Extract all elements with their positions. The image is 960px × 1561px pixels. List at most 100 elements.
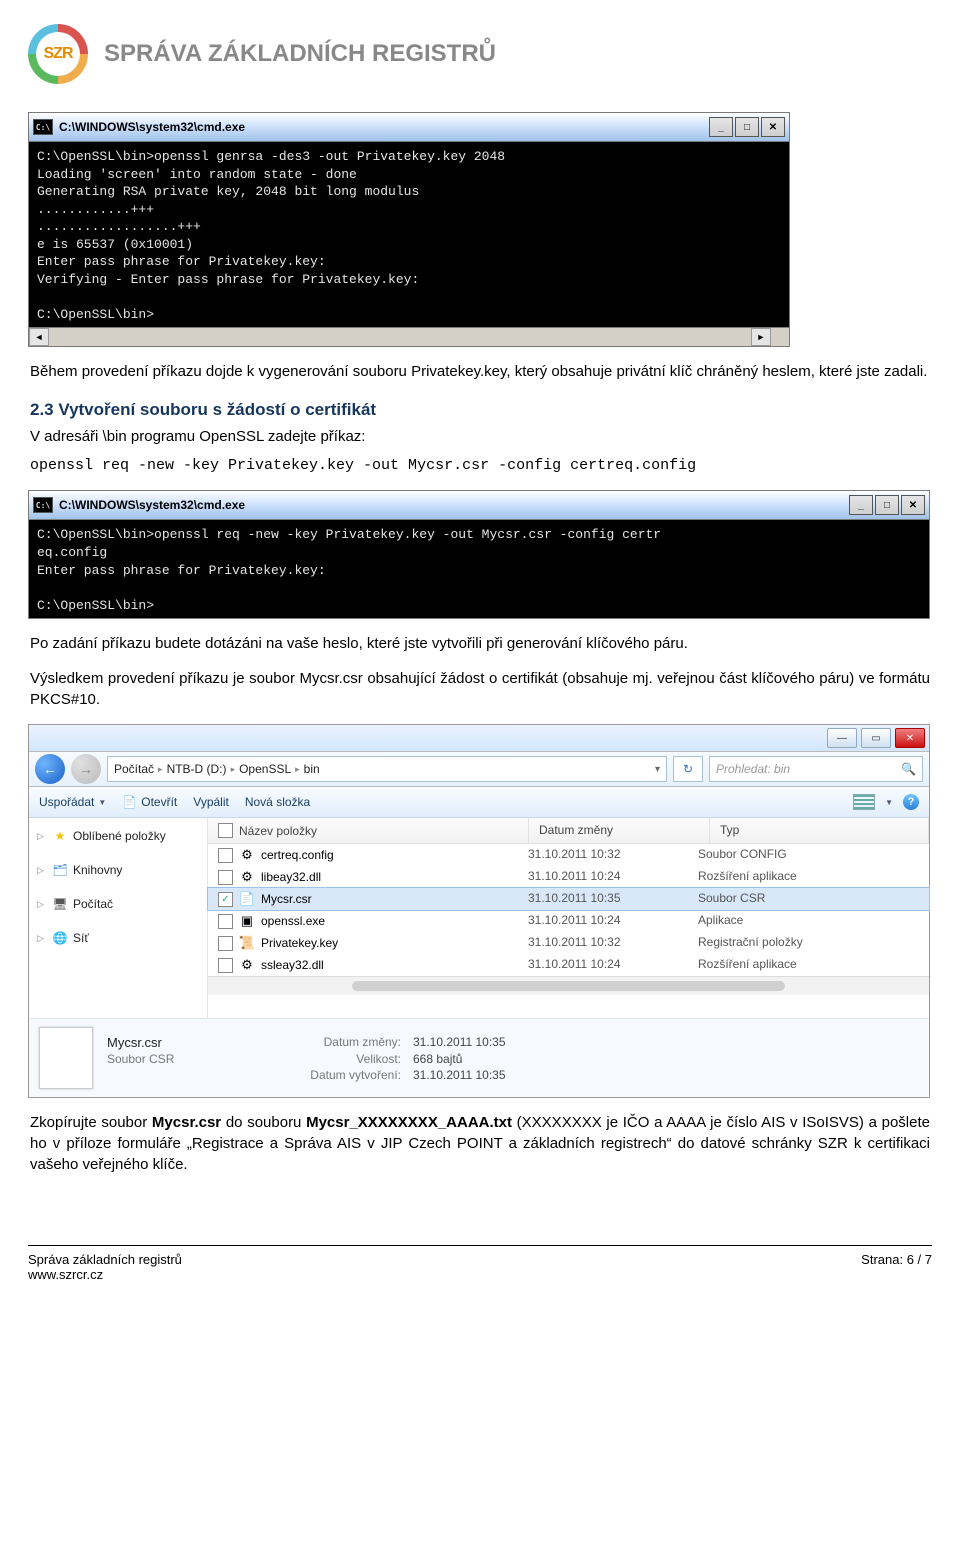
footer-divider	[28, 1245, 932, 1246]
column-header-name[interactable]: Název položky	[208, 818, 529, 843]
paragraph-generate-key: Během provedení příkazu dojde k vygenero…	[30, 361, 930, 382]
row-checkbox[interactable]	[218, 914, 233, 929]
expand-icon[interactable]: ▷	[37, 933, 47, 944]
cmd-icon: C:\	[33, 119, 53, 135]
file-name: ssleay32.dll	[261, 958, 324, 972]
details-filename: Mycsr.csr	[107, 1035, 247, 1050]
cmd-title: C:\WINDOWS\system32\cmd.exe	[59, 120, 245, 134]
breadcrumb-item[interactable]: OpenSSL	[239, 762, 291, 776]
cmd-icon: C:\	[33, 497, 53, 513]
maximize-button[interactable]: ▭	[861, 728, 891, 748]
file-date: 31.10.2011 10:24	[518, 869, 688, 885]
sidebar-item-favorites[interactable]: ▷ ★ Oblíbené položky	[33, 824, 203, 848]
sidebar-item-libraries[interactable]: ▷ 🗂 Knihovny	[33, 858, 203, 882]
close-button[interactable]: ✕	[901, 495, 925, 515]
select-all-checkbox[interactable]	[218, 823, 233, 838]
organize-label: Uspořádat	[39, 795, 94, 809]
file-icon: ⚙	[239, 869, 255, 885]
paragraph-passphrase: Po zadání příkazu budete dotázáni na vaš…	[30, 633, 930, 654]
explorer-window: ― ▭ ✕ ← → Počítač ▸ NTB-D (D:) ▸ OpenSSL…	[28, 724, 930, 1098]
explorer-file-list: Název položky Datum změny Typ ⚙ certreq.c…	[208, 818, 929, 1018]
column-header-date[interactable]: Datum změny	[529, 818, 710, 843]
details-size-value: 668 bajtů	[413, 1052, 506, 1066]
column-headers: Název položky Datum změny Typ	[208, 818, 929, 844]
nav-back-button[interactable]: ←	[35, 754, 65, 784]
file-row[interactable]: ⚙certreq.config31.10.2011 10:32Soubor CO…	[208, 844, 929, 866]
filename-bold: Mycsr_XXXXXXXX_AAAA.txt	[306, 1114, 512, 1131]
row-checkbox[interactable]: ✓	[218, 892, 233, 907]
cmd-output: C:\OpenSSL\bin>openssl req -new -key Pri…	[29, 520, 929, 618]
breadcrumb-item[interactable]: NTB-D (D:)	[167, 762, 227, 776]
cmd-title: C:\WINDOWS\system32\cmd.exe	[59, 498, 245, 512]
details-filetype: Soubor CSR	[107, 1052, 247, 1066]
newfolder-label: Nová složka	[245, 795, 310, 809]
sidebar-item-computer[interactable]: ▷ 🖥 Počítač	[33, 892, 203, 916]
scroll-left-icon[interactable]: ◄	[29, 328, 49, 346]
row-checkbox[interactable]	[218, 848, 233, 863]
computer-icon: 🖥	[52, 897, 68, 911]
file-icon: ⚙	[239, 957, 255, 973]
details-pane: Mycsr.csr Datum změny: 31.10.2011 10:35 …	[29, 1018, 929, 1097]
minimize-button[interactable]: _	[709, 117, 733, 137]
new-folder-button[interactable]: Nová složka	[245, 795, 310, 809]
sidebar-label: Oblíbené položky	[73, 829, 166, 843]
file-row[interactable]: ▣openssl.exe31.10.2011 10:24Aplikace	[208, 910, 929, 932]
footer-org: Správa základních registrů	[28, 1252, 182, 1267]
minimize-button[interactable]: ―	[827, 728, 857, 748]
minimize-button[interactable]: _	[849, 495, 873, 515]
file-type: Soubor CSR	[688, 891, 929, 907]
chevron-down-icon: ▼	[98, 798, 106, 807]
maximize-button[interactable]: □	[875, 495, 899, 515]
file-row[interactable]: ⚙ssleay32.dll31.10.2011 10:24Rozšíření a…	[208, 954, 929, 976]
expand-icon[interactable]: ▷	[37, 899, 47, 910]
scroll-thumb[interactable]	[352, 981, 785, 991]
file-row[interactable]: ⚙libeay32.dll31.10.2011 10:24Rozšíření a…	[208, 866, 929, 888]
open-button[interactable]: 📄 Otevřít	[122, 795, 177, 809]
section-heading-2-3: 2.3 Vytvoření souboru s žádostí o certif…	[30, 400, 930, 420]
close-button[interactable]: ✕	[895, 728, 925, 748]
file-name: certreq.config	[261, 848, 334, 862]
breadcrumb-item[interactable]: bin	[304, 762, 320, 776]
maximize-button[interactable]: □	[735, 117, 759, 137]
file-type: Aplikace	[688, 913, 929, 929]
cmd-titlebar: C:\ C:\WINDOWS\system32\cmd.exe _ □ ✕	[29, 113, 789, 142]
close-button[interactable]: ✕	[761, 117, 785, 137]
file-type: Rozšíření aplikace	[688, 869, 929, 885]
column-label: Název položky	[239, 824, 317, 838]
sidebar-item-network[interactable]: ▷ 🌐 Síť	[33, 926, 203, 950]
file-date: 31.10.2011 10:35	[518, 891, 688, 907]
cmd-titlebar: C:\ C:\WINDOWS\system32\cmd.exe _ □ ✕	[29, 491, 929, 520]
cmd-horizontal-scrollbar[interactable]: ◄ ►	[29, 327, 789, 346]
explorer-sidebar: ▷ ★ Oblíbené položky ▷ 🗂 Knihovny ▷ 🖥 Po…	[29, 818, 208, 1018]
refresh-button[interactable]: ↻	[673, 756, 703, 782]
expand-icon[interactable]: ▷	[37, 831, 47, 842]
file-row[interactable]: 📜Privatekey.key31.10.2011 10:32Registrač…	[208, 932, 929, 954]
file-row[interactable]: ✓📄Mycsr.csr31.10.2011 10:35Soubor CSR	[207, 887, 930, 911]
search-input[interactable]: Prohledat: bin 🔍	[709, 756, 923, 782]
chevron-down-icon[interactable]: ▾	[655, 764, 660, 775]
breadcrumb-item[interactable]: Počítač	[114, 762, 154, 776]
file-date: 31.10.2011 10:32	[518, 847, 688, 863]
row-checkbox[interactable]	[218, 936, 233, 951]
open-label: Otevřít	[141, 795, 177, 809]
row-checkbox[interactable]	[218, 870, 233, 885]
explorer-titlebar: ― ▭ ✕	[29, 725, 929, 752]
help-icon[interactable]: ?	[903, 794, 919, 810]
chevron-down-icon[interactable]: ▼	[885, 798, 893, 807]
view-options-icon[interactable]	[853, 794, 875, 810]
details-created-value: 31.10.2011 10:35	[413, 1068, 506, 1082]
search-icon[interactable]: 🔍	[901, 762, 916, 776]
text-run: do souboru	[221, 1114, 306, 1131]
resize-grip-icon[interactable]	[771, 328, 789, 346]
organize-button[interactable]: Uspořádat ▼	[39, 795, 106, 809]
row-checkbox[interactable]	[218, 958, 233, 973]
horizontal-scrollbar[interactable]	[208, 976, 929, 995]
scroll-right-icon[interactable]: ►	[751, 328, 771, 346]
burn-button[interactable]: Vypálit	[193, 795, 229, 809]
column-header-type[interactable]: Typ	[710, 818, 929, 843]
breadcrumb[interactable]: Počítač ▸ NTB-D (D:) ▸ OpenSSL ▸ bin ▾	[107, 756, 667, 782]
expand-icon[interactable]: ▷	[37, 865, 47, 876]
nav-forward-button[interactable]: →	[71, 754, 101, 784]
search-placeholder: Prohledat: bin	[716, 762, 790, 776]
text-run: Zkopírujte soubor	[30, 1114, 152, 1131]
